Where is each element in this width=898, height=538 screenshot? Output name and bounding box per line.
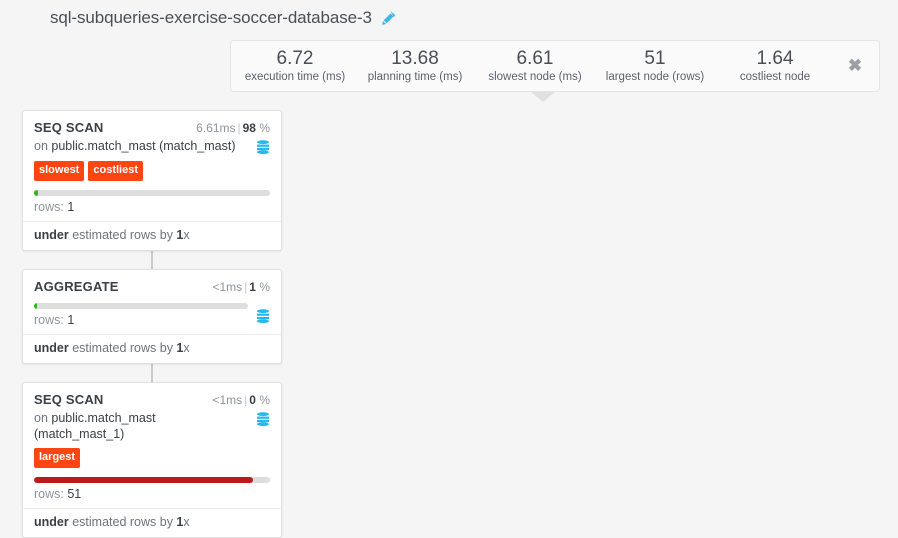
- relation-prefix: on: [34, 139, 52, 153]
- rows-prefix: rows:: [34, 487, 68, 501]
- stat-value: 13.68: [391, 47, 439, 69]
- pencil-icon[interactable]: [381, 10, 396, 26]
- node-percent-unit: %: [259, 280, 270, 294]
- node-percent: 98: [242, 121, 256, 135]
- estimate-text: estimated rows by: [68, 515, 177, 529]
- estimate-direction: under: [34, 228, 69, 242]
- relation-name: public.match_mast (match_mast): [51, 139, 236, 153]
- node-percent-unit: %: [259, 121, 270, 135]
- stat-planning-time: 13.68 planning time (ms): [355, 48, 475, 85]
- stat-value: 6.61: [516, 47, 554, 69]
- estimate-suffix: x: [183, 228, 190, 242]
- close-icon[interactable]: ✖: [835, 56, 875, 76]
- node-metrics: 6.61ms | 98 %: [196, 121, 270, 135]
- rows-value: 1: [67, 313, 75, 327]
- estimate-text: estimated rows by: [68, 228, 177, 242]
- plan-node-card[interactable]: AGGREGATE <1ms | 1 % rows: 1 under estim…: [22, 269, 282, 364]
- plan-stats-panel: 6.72 execution time (ms) 13.68 planning …: [230, 40, 880, 92]
- metric-separator: |: [237, 121, 241, 135]
- relation-name: public.match_mast (match_mast_1): [34, 411, 156, 441]
- node-relation: on public.match_mast (match_mast_1): [34, 410, 240, 442]
- database-icon: [256, 140, 270, 155]
- estimate-text: estimated rows by: [68, 341, 177, 355]
- rows-bar-fill: [34, 477, 254, 483]
- estimate-suffix: x: [183, 515, 190, 529]
- node-rows-bar-section: rows: 1: [34, 190, 270, 214]
- node-type-label: AGGREGATE: [34, 279, 119, 294]
- node-badges: largest: [34, 448, 270, 468]
- rows-bar-track: [34, 190, 270, 196]
- node-estimate-footer: under estimated rows by 1x: [23, 221, 281, 250]
- node-type-label: SEQ SCAN: [34, 392, 104, 407]
- node-relation: on public.match_mast (match_mast): [34, 138, 235, 154]
- stat-value: 1.64: [756, 47, 794, 69]
- rows-label: rows: 51: [34, 487, 270, 501]
- rows-bar-fill: [34, 303, 38, 309]
- node-connector: [151, 251, 153, 269]
- plan-node-card[interactable]: SEQ SCAN <1ms | 0 % on public.match_mast (…: [22, 382, 282, 538]
- rows-label: rows: 1: [34, 200, 270, 214]
- rows-value: 1: [67, 200, 75, 214]
- rows-prefix: rows:: [34, 313, 68, 327]
- stat-slowest-node: 6.61 slowest node (ms): [475, 48, 595, 85]
- plan-title-bar: sql-subqueries-exercise-soccer-database-…: [50, 8, 396, 28]
- database-icon: [256, 309, 270, 324]
- rows-bar-track: [34, 303, 248, 309]
- status-badge: costliest: [88, 161, 143, 181]
- stat-label: slowest node (ms): [488, 70, 582, 83]
- plan-node-card[interactable]: SEQ SCAN 6.61ms | 98 % on public.match_mas…: [22, 110, 282, 251]
- node-badges: slowest costliest: [34, 161, 270, 181]
- stats-panel-pointer: [531, 92, 555, 102]
- node-duration: <1ms: [212, 280, 243, 294]
- node-estimate-footer: under estimated rows by 1x: [23, 508, 281, 537]
- stat-label: largest node (rows): [605, 70, 705, 83]
- estimate-direction: under: [34, 341, 69, 355]
- stat-label: execution time (ms): [244, 70, 346, 83]
- rows-value: 51: [67, 487, 82, 501]
- stat-label: costliest node: [739, 70, 811, 83]
- rows-bar-track: [34, 477, 270, 483]
- status-badge: slowest: [34, 161, 85, 181]
- stat-label: planning time (ms): [367, 70, 463, 83]
- status-badge: largest: [34, 448, 81, 468]
- rows-bar-fill: [34, 190, 38, 196]
- node-rows-bar-section: rows: 51: [34, 477, 270, 501]
- stat-value: 6.72: [276, 47, 314, 69]
- node-estimate-footer: under estimated rows by 1x: [23, 334, 281, 363]
- node-metrics: <1ms | 1 %: [212, 280, 270, 294]
- page-title: sql-subqueries-exercise-soccer-database-…: [50, 8, 372, 27]
- node-duration: 6.61ms: [196, 121, 236, 135]
- rows-label: rows: 1: [34, 313, 248, 327]
- stat-largest-node: 51 largest node (rows): [595, 48, 715, 85]
- stat-value: 51: [644, 47, 666, 69]
- estimate-direction: under: [34, 515, 69, 529]
- node-percent: 1: [249, 280, 256, 294]
- query-plan-tree: SEQ SCAN 6.61ms | 98 % on public.match_mas…: [0, 110, 282, 538]
- estimate-suffix: x: [183, 341, 190, 355]
- node-percent: 0: [249, 393, 256, 407]
- database-icon: [256, 412, 270, 427]
- node-rows-bar-section: rows: 1: [34, 303, 270, 327]
- rows-prefix: rows:: [34, 200, 68, 214]
- stat-costliest-node: 1.64 costliest node: [715, 48, 835, 85]
- node-connector: [151, 364, 153, 382]
- node-type-label: SEQ SCAN: [34, 120, 104, 135]
- node-duration: <1ms: [212, 393, 243, 407]
- stat-execution-time: 6.72 execution time (ms): [235, 48, 355, 85]
- node-percent-unit: %: [259, 393, 270, 407]
- relation-prefix: on: [34, 411, 52, 425]
- node-metrics: <1ms | 0 %: [212, 393, 270, 407]
